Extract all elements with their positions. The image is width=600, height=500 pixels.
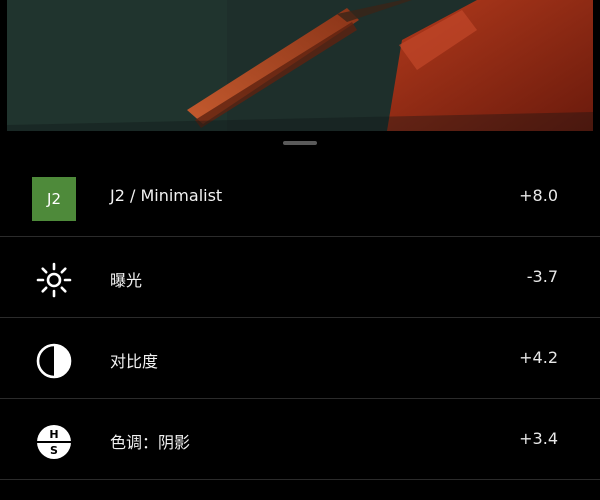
j2-filter-badge: J2 [32,177,76,221]
adjustment-label: J2 / Minimalist [110,186,223,205]
hs-icon-letter-s: S [50,444,58,457]
drag-handle[interactable] [283,141,317,145]
hs-icon: H S [32,420,76,464]
sun-icon [32,258,76,302]
contrast-icon [32,339,76,383]
editor-screen: J2 J2 / Minimalist +8.0 曝光 -3.7 对比度 +4.2… [0,0,600,500]
adjustment-value: -3.7 [526,267,558,286]
adjustment-row-contrast[interactable]: 对比度 +4.2 [0,318,600,399]
photo-preview[interactable] [7,0,593,131]
adjustment-row-exposure[interactable]: 曝光 -3.7 [0,237,600,318]
adjustment-label: 曝光 [110,271,143,290]
adjustment-list: J2 J2 / Minimalist +8.0 曝光 -3.7 对比度 +4.2… [0,156,600,480]
adjustment-value: +3.4 [519,429,558,448]
adjustment-label: 对比度 [110,352,159,371]
adjustment-label: 色调：阴影 [110,433,191,452]
filter-badge-text: J2 [32,177,76,221]
adjustment-value: +4.2 [519,348,558,367]
adjustment-value: +8.0 [519,186,558,205]
adjustment-row-filter[interactable]: J2 J2 / Minimalist +8.0 [0,156,600,237]
adjustment-row-tone-shadows[interactable]: H S 色调：阴影 +3.4 [0,399,600,480]
hs-icon-letter-h: H [49,428,58,441]
